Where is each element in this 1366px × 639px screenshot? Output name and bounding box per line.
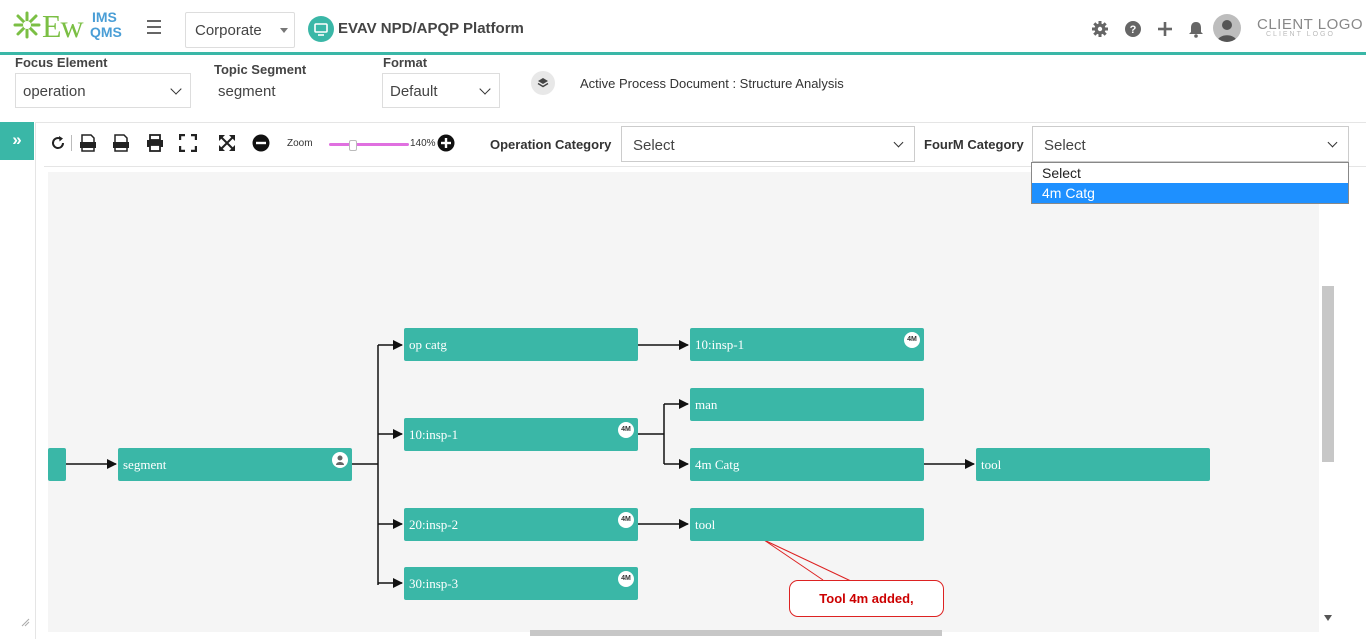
operation-category-select[interactable]: Select bbox=[621, 126, 915, 162]
diagram-node[interactable]: tool bbox=[976, 448, 1210, 481]
layers-icon[interactable] bbox=[531, 71, 555, 95]
zoom-in-icon[interactable] bbox=[437, 134, 455, 152]
fourm-category-dropdown: Select 4m Catg bbox=[1031, 162, 1349, 204]
node-label: tool bbox=[695, 517, 716, 532]
node-label: 4m Catg bbox=[695, 457, 740, 472]
monitor-icon bbox=[308, 16, 334, 42]
diagram-node[interactable]: tool bbox=[690, 508, 924, 541]
chevron-down-icon bbox=[893, 137, 904, 148]
diagram-node[interactable]: man bbox=[690, 388, 924, 421]
caret-down-icon bbox=[280, 28, 288, 33]
bell-icon[interactable] bbox=[1187, 20, 1205, 38]
chevron-down-icon bbox=[170, 83, 182, 95]
user-icon bbox=[332, 452, 348, 468]
client-logo-sub: CLIENT LOGO bbox=[1266, 31, 1335, 38]
edges-layer bbox=[66, 340, 975, 588]
node-label: op catg bbox=[409, 337, 447, 352]
zoom-out-icon[interactable] bbox=[252, 134, 270, 152]
node-label: 10:insp-1 bbox=[409, 427, 459, 442]
horizontal-scrollbar-thumb[interactable] bbox=[530, 630, 942, 636]
diagram-node[interactable]: 20:insp-2 4M bbox=[404, 508, 638, 541]
svg-text:?: ? bbox=[1130, 24, 1137, 36]
fourm-badge: 4M bbox=[618, 571, 634, 587]
expand-sidebar-button[interactable]: » bbox=[0, 122, 34, 160]
fourm-badge: 4M bbox=[618, 512, 634, 528]
topic-segment-label: Topic Segment bbox=[214, 62, 307, 77]
avatar[interactable] bbox=[1213, 14, 1241, 42]
org-select-value: Corporate bbox=[195, 22, 262, 39]
org-select[interactable]: Corporate bbox=[185, 12, 295, 48]
operation-category-value: Select bbox=[633, 137, 675, 154]
logo-qms: QMS bbox=[90, 24, 122, 40]
diagram-node[interactable]: 10:insp-1 4M bbox=[690, 328, 924, 361]
diagram-node[interactable]: segment bbox=[118, 448, 352, 481]
diagram-node[interactable]: 10:insp-1 4M bbox=[404, 418, 638, 451]
export-png-icon[interactable] bbox=[112, 134, 130, 152]
diagram-canvas[interactable]: segment op catg 10:insp-1 4M 20:insp-2 4… bbox=[48, 172, 1319, 632]
zoom-value: 140% bbox=[410, 138, 436, 149]
annotation-callout: Tool 4m added, bbox=[789, 580, 944, 617]
diagram-node[interactable]: 30:insp-3 4M bbox=[404, 567, 638, 600]
node-label: man bbox=[695, 397, 718, 412]
plus-icon[interactable] bbox=[1156, 20, 1174, 38]
node-label: segment bbox=[123, 457, 167, 472]
zoom-slider-thumb[interactable] bbox=[349, 140, 357, 151]
logo-icon bbox=[13, 11, 41, 39]
node-label: tool bbox=[981, 457, 1002, 472]
operation-category-label: Operation Category bbox=[490, 137, 612, 152]
node-label: 10:insp-1 bbox=[695, 337, 745, 352]
fourm-option-select[interactable]: Select bbox=[1032, 163, 1348, 183]
focus-element-select[interactable]: operation bbox=[15, 73, 191, 108]
top-bar: Ew IMS QMS Corporate EVAV NPD/APQP Platf… bbox=[0, 0, 1366, 55]
focus-element-value: operation bbox=[23, 83, 86, 100]
callout-pointer bbox=[763, 539, 854, 583]
chevron-down-icon bbox=[1327, 137, 1338, 148]
focus-element-label: Focus Element bbox=[15, 55, 108, 70]
toolbar-divider bbox=[71, 135, 72, 151]
topic-segment-value: segment bbox=[218, 83, 276, 100]
fit-screen-icon[interactable] bbox=[218, 134, 236, 152]
menu-icon[interactable] bbox=[147, 20, 161, 38]
chevron-down-icon bbox=[479, 83, 491, 95]
zoom-label: Zoom bbox=[287, 138, 313, 149]
export-svg-icon[interactable] bbox=[79, 134, 97, 152]
node-label: 20:insp-2 bbox=[409, 517, 459, 532]
zoom-slider[interactable] bbox=[329, 143, 409, 146]
fourm-option-4m-catg[interactable]: 4m Catg bbox=[1032, 183, 1348, 203]
gear-icon[interactable] bbox=[1091, 20, 1109, 38]
fullscreen-icon[interactable] bbox=[179, 134, 197, 152]
print-icon[interactable] bbox=[146, 134, 164, 152]
refresh-icon[interactable] bbox=[49, 134, 67, 152]
fourm-category-label: FourM Category bbox=[924, 137, 1024, 152]
divider bbox=[36, 122, 1366, 123]
help-icon[interactable]: ? bbox=[1124, 20, 1142, 38]
scroll-down-icon[interactable] bbox=[1323, 614, 1333, 622]
resize-handle-icon[interactable] bbox=[20, 617, 30, 627]
platform-title: EVAV NPD/APQP Platform bbox=[338, 20, 524, 37]
format-select[interactable]: Default bbox=[382, 73, 500, 108]
format-value: Default bbox=[390, 83, 438, 100]
diagram-node[interactable]: op catg bbox=[404, 328, 638, 361]
fourm-badge: 4M bbox=[618, 422, 634, 438]
logo-ims: IMS bbox=[92, 9, 117, 25]
node-label: 30:insp-3 bbox=[409, 576, 459, 591]
format-label: Format bbox=[383, 55, 428, 70]
diagram-node-offscreen[interactable] bbox=[48, 448, 66, 481]
fourm-category-select[interactable]: Select bbox=[1032, 126, 1349, 162]
sidebar bbox=[0, 122, 36, 639]
vertical-scrollbar-thumb[interactable] bbox=[1322, 286, 1334, 462]
diagram-node[interactable]: 4m Catg bbox=[690, 448, 924, 481]
logo-text: Ew bbox=[42, 8, 84, 44]
fourm-category-value: Select bbox=[1044, 137, 1086, 154]
fourm-badge: 4M bbox=[904, 332, 920, 348]
active-process-document: Active Process Document : Structure Anal… bbox=[580, 76, 844, 91]
